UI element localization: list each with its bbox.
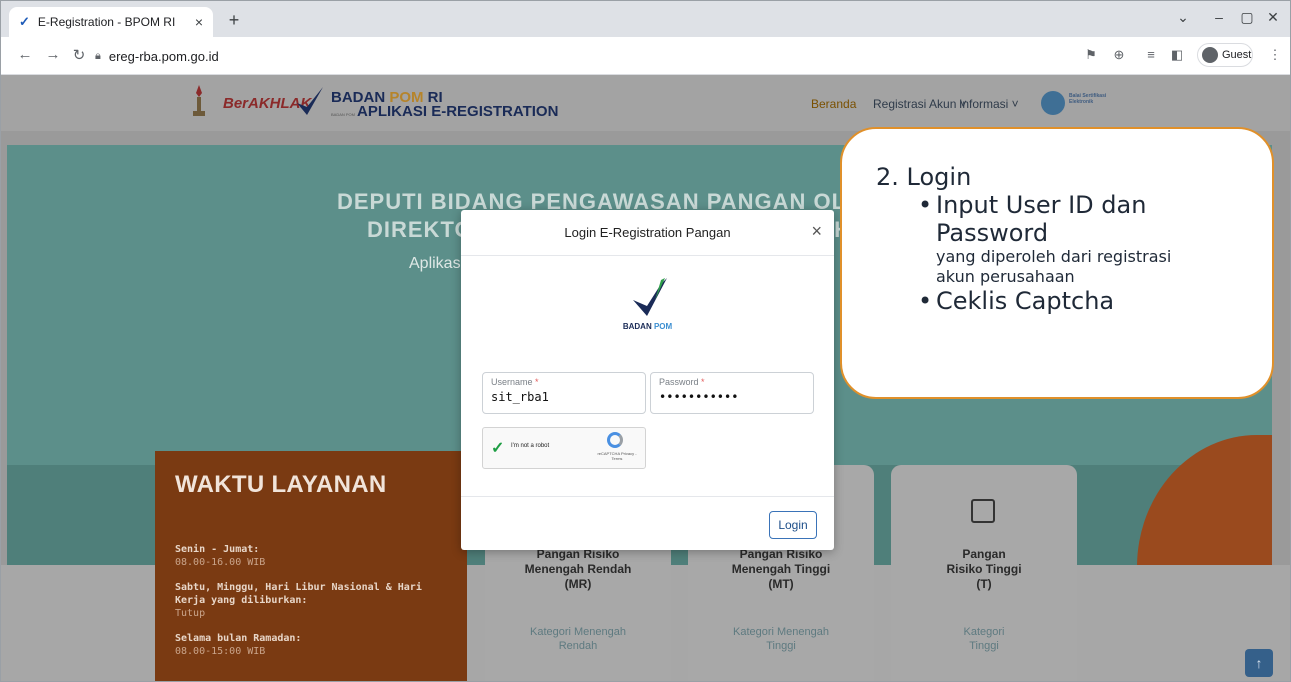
- card-name: Pangan Risiko Tinggi (T): [946, 547, 1022, 591]
- bpom-logo-icon: [633, 278, 667, 316]
- reading-list-icon[interactable]: ≡: [1141, 47, 1161, 62]
- translate-icon[interactable]: ⚑: [1081, 47, 1101, 63]
- password-field[interactable]: Password * •••••••••••: [650, 372, 814, 414]
- card-category-link[interactable]: Kategori Tinggi: [891, 625, 1077, 653]
- site-header: BerAKHLAK BADAN POM RI BADAN POM APLIKASI…: [1, 75, 1290, 131]
- recaptcha-label: I'm not a robot: [511, 443, 550, 449]
- waktu-value-ramadan: 08.00-15:00 WIB: [175, 646, 266, 657]
- tab-search-icon[interactable]: ⌄: [1171, 9, 1195, 26]
- waktu-label-holiday: Sabtu, Minggu, Hari Libur Nasional & Har…: [175, 582, 422, 606]
- forward-icon[interactable]: →: [43, 46, 63, 63]
- card-name: Pangan Risiko Menengah Tinggi (MT): [731, 547, 831, 591]
- checkmark-icon[interactable]: ✓: [491, 438, 504, 458]
- browser-tab[interactable]: ✓ E-Registration - BPOM RI ×: [9, 7, 213, 37]
- bpom-logo-icon[interactable]: [295, 85, 325, 119]
- card-t[interactable]: Pangan Risiko Tinggi (T) Kategori Tinggi: [891, 465, 1077, 681]
- modal-logo-text: BADAN POM: [622, 322, 673, 331]
- modal-header: Login E-Registration Pangan ×: [461, 210, 834, 256]
- waktu-value-weekday: 08.00-16.00 WIB: [175, 557, 266, 568]
- url-text: ereg-rba.pom.go.id: [108, 48, 219, 64]
- browser-window: ✓ E-Registration - BPOM RI × + ⌄ – ▢ ✕ ←…: [0, 0, 1291, 682]
- recaptcha-widget[interactable]: ✓ I'm not a robot reCAPTCHA Privacy - Te…: [482, 427, 646, 469]
- callout-bullet-1: Input User ID danPassword: [918, 191, 1272, 247]
- login-modal: Login E-Registration Pangan × BADAN POM …: [461, 210, 834, 550]
- menu-kebab-icon[interactable]: ⋮: [1265, 47, 1285, 63]
- recaptcha-logo-icon: [607, 432, 623, 448]
- username-label: Username *: [491, 377, 539, 387]
- back-icon[interactable]: ←: [15, 46, 35, 63]
- browser-toolbar: ← → ↻ 🔒︎ ereg-rba.pom.go.id ⚑ ⊕ ≡ ◧ Gues…: [1, 37, 1290, 75]
- decorative-wave: [1137, 435, 1272, 575]
- nav-informasi[interactable]: Informasi ˅: [959, 97, 1019, 111]
- waktu-label-weekday: Senin - Jumat:: [175, 544, 260, 555]
- close-icon[interactable]: ×: [811, 221, 822, 242]
- modal-footer: Login: [461, 496, 834, 550]
- callout-note-1: yang diperoleh dari registrasi: [936, 247, 1172, 266]
- bsre-logo-icon[interactable]: [1041, 91, 1065, 115]
- username-field[interactable]: Username * sit_rba1: [482, 372, 646, 414]
- waktu-layanan-panel: WAKTU LAYANAN Senin - Jumat: 08.00-16.00…: [155, 451, 467, 681]
- nav-beranda[interactable]: Beranda: [811, 97, 856, 111]
- reload-icon[interactable]: ↻: [69, 46, 89, 64]
- waktu-title: WAKTU LAYANAN: [175, 471, 387, 498]
- image-icon: [971, 499, 995, 523]
- guest-label: Guest: [1222, 49, 1252, 61]
- new-tab-icon[interactable]: +: [223, 9, 245, 31]
- profile-guest-button[interactable]: Guest: [1197, 43, 1253, 67]
- nav-registrasi-akun[interactable]: Registrasi Akun ˅: [873, 97, 967, 111]
- minimize-icon[interactable]: –: [1207, 9, 1231, 25]
- zoom-icon[interactable]: ⊕: [1109, 47, 1129, 63]
- avatar-icon: [1202, 47, 1218, 63]
- bsre-text: Balai Sertifikasi Elektronik: [1069, 93, 1107, 105]
- login-button[interactable]: Login: [769, 511, 817, 539]
- card-category-link[interactable]: Kategori Menengah Tinggi: [688, 625, 874, 653]
- callout-bullet-2: Ceklis Captcha: [918, 287, 1272, 315]
- card-category-link[interactable]: Kategori Menengah Rendah: [485, 625, 671, 653]
- password-label: Password *: [659, 377, 705, 387]
- lock-icon: 🔒︎: [95, 49, 101, 62]
- card-name: Pangan Risiko Menengah Rendah (MR): [524, 547, 632, 591]
- callout-note-2: akun perusahaan: [936, 267, 1075, 286]
- restore-icon[interactable]: ▢: [1235, 9, 1259, 26]
- password-input[interactable]: •••••••••••: [659, 390, 805, 404]
- callout-step: 2. Login: [876, 163, 972, 191]
- instruction-callout: 2. Login Input User ID danPassword yang …: [840, 127, 1274, 399]
- tab-title: E-Registration - BPOM RI: [37, 15, 176, 29]
- waktu-value-holiday: Tutup: [175, 608, 206, 619]
- side-panel-icon[interactable]: ◧: [1167, 47, 1187, 63]
- scroll-top-button[interactable]: ↑: [1245, 649, 1273, 677]
- berakhlak-trophy-icon: [193, 85, 205, 116]
- tab-close-icon[interactable]: ×: [195, 14, 203, 30]
- app-title: BADAN POM APLIKASI E-REGISTRATION: [331, 103, 559, 120]
- close-window-icon[interactable]: ✕: [1261, 9, 1285, 26]
- recaptcha-brand: reCAPTCHA Privacy - Terms: [597, 451, 637, 461]
- bpom-favicon-icon: ✓: [19, 14, 30, 29]
- waktu-label-ramadan: Selama bulan Ramadan:: [175, 633, 302, 644]
- tab-bar: ✓ E-Registration - BPOM RI × + ⌄ – ▢ ✕: [1, 1, 1290, 37]
- username-input[interactable]: sit_rba1: [491, 390, 637, 404]
- modal-title: Login E-Registration Pangan: [564, 225, 731, 240]
